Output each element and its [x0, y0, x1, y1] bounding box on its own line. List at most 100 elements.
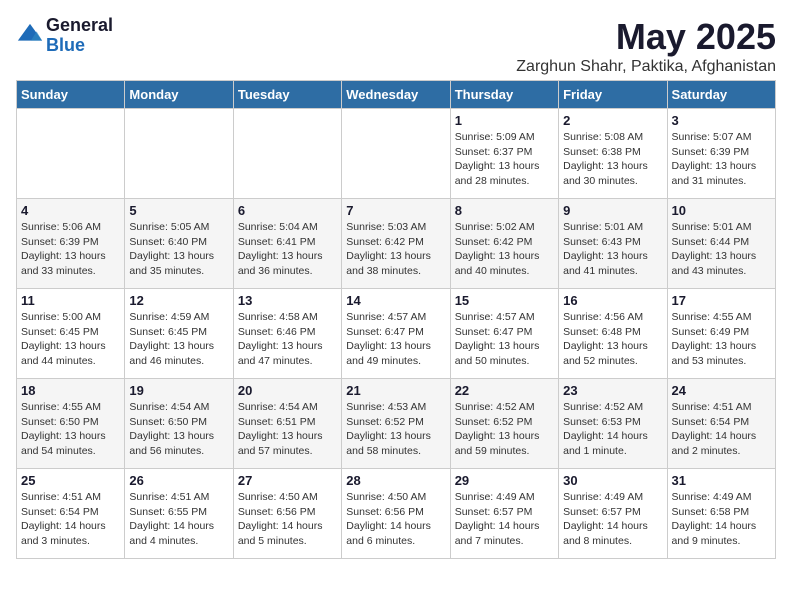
day-number: 16 — [563, 293, 662, 308]
day-info: Sunrise: 4:51 AM Sunset: 6:54 PM Dayligh… — [21, 490, 120, 549]
day-number: 1 — [455, 113, 554, 128]
day-number: 19 — [129, 383, 228, 398]
day-number: 27 — [238, 473, 337, 488]
subtitle: Zarghun Shahr, Paktika, Afghanistan — [516, 58, 776, 76]
day-info: Sunrise: 5:05 AM Sunset: 6:40 PM Dayligh… — [129, 220, 228, 279]
calendar-cell: 29 Sunrise: 4:49 AM Sunset: 6:57 PM Dayli… — [450, 469, 558, 559]
day-info: Sunrise: 4:55 AM Sunset: 6:49 PM Dayligh… — [672, 310, 771, 369]
day-number: 17 — [672, 293, 771, 308]
day-info: Sunrise: 5:09 AM Sunset: 6:37 PM Dayligh… — [455, 130, 554, 189]
logo-blue: Blue — [46, 36, 113, 56]
weekday-header: Friday — [559, 81, 667, 109]
calendar-table: SundayMondayTuesdayWednesdayThursdayFrid… — [16, 80, 776, 559]
day-info: Sunrise: 5:08 AM Sunset: 6:38 PM Dayligh… — [563, 130, 662, 189]
calendar-cell: 22Sunrise: 4:52 AM Sunset: 6:52 PM Dayli… — [450, 379, 558, 469]
day-number: 5 — [129, 203, 228, 218]
calendar-cell: 31 Sunrise: 4:49 AM Sunset: 6:58 PM Dayli… — [667, 469, 775, 559]
main-title: May 2025 — [516, 16, 776, 58]
calendar-cell: 7 Sunrise: 5:03 AM Sunset: 6:42 PM Daylig… — [342, 199, 450, 289]
day-number: 29 — [455, 473, 554, 488]
calendar-cell: 16Sunrise: 4:56 AM Sunset: 6:48 PM Dayli… — [559, 289, 667, 379]
calendar-cell — [233, 109, 341, 199]
calendar-cell: 1 Sunrise: 5:09 AM Sunset: 6:37 PM Daylig… — [450, 109, 558, 199]
calendar-cell: 6 Sunrise: 5:04 AM Sunset: 6:41 PM Daylig… — [233, 199, 341, 289]
day-number: 12 — [129, 293, 228, 308]
calendar-cell: 21 Sunrise: 4:53 AM Sunset: 6:52 PM Dayli… — [342, 379, 450, 469]
calendar-cell: 19Sunrise: 4:54 AM Sunset: 6:50 PM Dayli… — [125, 379, 233, 469]
day-info: Sunrise: 5:01 AM Sunset: 6:43 PM Dayligh… — [563, 220, 662, 279]
day-number: 15 — [455, 293, 554, 308]
day-info: Sunrise: 4:50 AM Sunset: 6:56 PM Dayligh… — [238, 490, 337, 549]
day-info: Sunrise: 5:02 AM Sunset: 6:42 PM Dayligh… — [455, 220, 554, 279]
calendar-cell: 17 Sunrise: 4:55 AM Sunset: 6:49 PM Dayli… — [667, 289, 775, 379]
day-number: 3 — [672, 113, 771, 128]
calendar-week-row: 4Sunrise: 5:06 AM Sunset: 6:39 PM Daylig… — [17, 199, 776, 289]
day-info: Sunrise: 4:53 AM Sunset: 6:52 PM Dayligh… — [346, 400, 445, 459]
day-number: 4 — [21, 203, 120, 218]
day-number: 21 — [346, 383, 445, 398]
day-info: Sunrise: 5:03 AM Sunset: 6:42 PM Dayligh… — [346, 220, 445, 279]
calendar-cell: 27 Sunrise: 4:50 AM Sunset: 6:56 PM Dayli… — [233, 469, 341, 559]
day-number: 31 — [672, 473, 771, 488]
calendar-cell — [342, 109, 450, 199]
day-info: Sunrise: 4:52 AM Sunset: 6:52 PM Dayligh… — [455, 400, 554, 459]
day-info: Sunrise: 4:51 AM Sunset: 6:54 PM Dayligh… — [672, 400, 771, 459]
day-info: Sunrise: 4:58 AM Sunset: 6:46 PM Dayligh… — [238, 310, 337, 369]
title-block: May 2025 Zarghun Shahr, Paktika, Afghani… — [516, 16, 776, 76]
calendar-cell: 15 Sunrise: 4:57 AM Sunset: 6:47 PM Dayli… — [450, 289, 558, 379]
calendar-cell: 8 Sunrise: 5:02 AM Sunset: 6:42 PM Daylig… — [450, 199, 558, 289]
calendar-body: 1 Sunrise: 5:09 AM Sunset: 6:37 PM Daylig… — [17, 109, 776, 559]
header-row: SundayMondayTuesdayWednesdayThursdayFrid… — [17, 81, 776, 109]
day-info: Sunrise: 5:04 AM Sunset: 6:41 PM Dayligh… — [238, 220, 337, 279]
calendar-cell: 26Sunrise: 4:51 AM Sunset: 6:55 PM Dayli… — [125, 469, 233, 559]
day-number: 2 — [563, 113, 662, 128]
logo-general: General — [46, 16, 113, 36]
day-info: Sunrise: 4:50 AM Sunset: 6:56 PM Dayligh… — [346, 490, 445, 549]
calendar-cell: 9 Sunrise: 5:01 AM Sunset: 6:43 PM Daylig… — [559, 199, 667, 289]
calendar-cell: 18Sunrise: 4:55 AM Sunset: 6:50 PM Dayli… — [17, 379, 125, 469]
day-number: 28 — [346, 473, 445, 488]
logo: General Blue — [16, 16, 113, 56]
day-number: 7 — [346, 203, 445, 218]
weekday-header: Tuesday — [233, 81, 341, 109]
calendar-cell: 4Sunrise: 5:06 AM Sunset: 6:39 PM Daylig… — [17, 199, 125, 289]
weekday-header: Sunday — [17, 81, 125, 109]
calendar-cell: 20Sunrise: 4:54 AM Sunset: 6:51 PM Dayli… — [233, 379, 341, 469]
day-info: Sunrise: 4:49 AM Sunset: 6:58 PM Dayligh… — [672, 490, 771, 549]
day-info: Sunrise: 4:49 AM Sunset: 6:57 PM Dayligh… — [455, 490, 554, 549]
calendar-header: SundayMondayTuesdayWednesdayThursdayFrid… — [17, 81, 776, 109]
logo-text: General Blue — [46, 16, 113, 56]
calendar-cell: 25 Sunrise: 4:51 AM Sunset: 6:54 PM Dayli… — [17, 469, 125, 559]
header: General Blue May 2025 Zarghun Shahr, Pak… — [16, 16, 776, 76]
day-info: Sunrise: 4:57 AM Sunset: 6:47 PM Dayligh… — [346, 310, 445, 369]
calendar-cell — [125, 109, 233, 199]
calendar-week-row: 11Sunrise: 5:00 AM Sunset: 6:45 PM Dayli… — [17, 289, 776, 379]
calendar-cell: 5 Sunrise: 5:05 AM Sunset: 6:40 PM Daylig… — [125, 199, 233, 289]
weekday-header: Thursday — [450, 81, 558, 109]
day-number: 8 — [455, 203, 554, 218]
day-number: 14 — [346, 293, 445, 308]
day-number: 6 — [238, 203, 337, 218]
weekday-header: Saturday — [667, 81, 775, 109]
weekday-header: Monday — [125, 81, 233, 109]
day-info: Sunrise: 4:57 AM Sunset: 6:47 PM Dayligh… — [455, 310, 554, 369]
calendar-week-row: 18Sunrise: 4:55 AM Sunset: 6:50 PM Dayli… — [17, 379, 776, 469]
calendar-week-row: 1 Sunrise: 5:09 AM Sunset: 6:37 PM Daylig… — [17, 109, 776, 199]
calendar-cell: 30Sunrise: 4:49 AM Sunset: 6:57 PM Dayli… — [559, 469, 667, 559]
day-number: 20 — [238, 383, 337, 398]
calendar-cell — [17, 109, 125, 199]
day-number: 10 — [672, 203, 771, 218]
day-number: 13 — [238, 293, 337, 308]
calendar-cell: 12Sunrise: 4:59 AM Sunset: 6:45 PM Dayli… — [125, 289, 233, 379]
calendar-cell: 28 Sunrise: 4:50 AM Sunset: 6:56 PM Dayli… — [342, 469, 450, 559]
calendar-cell: 23Sunrise: 4:52 AM Sunset: 6:53 PM Dayli… — [559, 379, 667, 469]
day-number: 30 — [563, 473, 662, 488]
calendar-cell: 13 Sunrise: 4:58 AM Sunset: 6:46 PM Dayli… — [233, 289, 341, 379]
calendar-cell: 11Sunrise: 5:00 AM Sunset: 6:45 PM Dayli… — [17, 289, 125, 379]
weekday-header: Wednesday — [342, 81, 450, 109]
day-number: 9 — [563, 203, 662, 218]
day-info: Sunrise: 5:07 AM Sunset: 6:39 PM Dayligh… — [672, 130, 771, 189]
calendar-cell: 2 Sunrise: 5:08 AM Sunset: 6:38 PM Daylig… — [559, 109, 667, 199]
day-number: 25 — [21, 473, 120, 488]
day-info: Sunrise: 4:51 AM Sunset: 6:55 PM Dayligh… — [129, 490, 228, 549]
